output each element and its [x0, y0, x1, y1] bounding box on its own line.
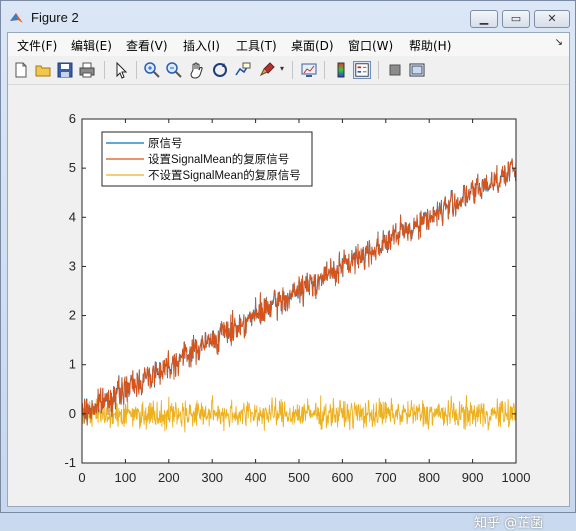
watermark: 知乎 @芷菡: [474, 516, 544, 531]
x-tick-label: 0: [78, 470, 85, 485]
x-tick-label: 300: [201, 470, 223, 485]
menu-insert[interactable]: 插入(I): [183, 37, 220, 54]
x-tick-label: 400: [245, 470, 267, 485]
toolbar-separator: [104, 61, 105, 79]
close-button[interactable]: ✕: [534, 10, 570, 28]
toolbar-separator: [136, 61, 137, 79]
y-tick-label: 5: [69, 160, 76, 175]
y-tick-label: 1: [69, 357, 76, 372]
x-tick-label: 1000: [502, 470, 531, 485]
rotate-3d-icon[interactable]: [211, 61, 229, 79]
figure-window: Figure 2 ▁ ▭ ✕ 文件(F) 编辑(E) 查看(V) 插入(I) 工…: [0, 0, 576, 531]
figure-client-area: 文件(F) 编辑(E) 查看(V) 插入(I) 工具(T) 桌面(D) 窗口(W…: [7, 32, 570, 531]
zoom-in-icon[interactable]: [143, 61, 161, 79]
y-tick-label: 2: [69, 308, 76, 323]
hide-plot-tools-icon[interactable]: [386, 61, 404, 79]
data-cursor-icon[interactable]: [234, 61, 252, 79]
x-tick-label: 500: [288, 470, 310, 485]
x-tick-label: 100: [115, 470, 137, 485]
line-plot[interactable]: 0 100 200 300 400 500 600 700 800 900 1000-1012345…: [8, 85, 569, 506]
toolbar-separator: [292, 61, 293, 79]
window-title: Figure 2: [31, 10, 79, 25]
legend-entry: 原信号: [148, 137, 183, 150]
menu-help[interactable]: 帮助(H): [409, 37, 451, 54]
minimize-icon: ▁: [479, 12, 489, 25]
toolbar-separator: [378, 61, 379, 79]
menu-tools[interactable]: 工具(T): [236, 37, 277, 54]
legend-icon[interactable]: [353, 61, 371, 79]
x-tick-label: 800: [418, 470, 440, 485]
menu-edit[interactable]: 编辑(E): [71, 37, 112, 54]
menu-view[interactable]: 查看(V): [126, 37, 168, 54]
maximize-icon: ▭: [510, 12, 522, 25]
legend-entry: 设置SignalMean的复原信号: [148, 152, 289, 166]
title-bar[interactable]: Figure 2 ▁ ▭ ✕: [1, 1, 575, 33]
maximize-button[interactable]: ▭: [502, 10, 530, 28]
save-icon[interactable]: [56, 61, 74, 79]
toolbar-separator: [324, 61, 325, 79]
menu-bar: 文件(F) 编辑(E) 查看(V) 插入(I) 工具(T) 桌面(D) 窗口(W…: [8, 33, 569, 57]
new-figure-icon[interactable]: [12, 61, 30, 79]
link-plot-icon[interactable]: [300, 61, 318, 79]
minimize-button[interactable]: ▁: [470, 10, 498, 28]
x-tick-label: 700: [375, 470, 397, 485]
zoom-out-icon[interactable]: [165, 61, 183, 79]
pan-hand-icon[interactable]: [188, 61, 206, 79]
menu-overflow-icon[interactable]: ↘: [555, 37, 563, 48]
menu-desktop[interactable]: 桌面(D): [291, 37, 334, 54]
y-tick-label: 0: [69, 406, 76, 421]
matlab-logo-icon: [10, 13, 23, 23]
print-icon[interactable]: [78, 61, 96, 79]
y-tick-label: 6: [69, 111, 76, 126]
y-tick-label: 4: [69, 209, 76, 224]
y-tick-label: -1: [64, 455, 76, 470]
toolbar: ▾: [8, 56, 569, 85]
menu-window[interactable]: 窗口(W): [348, 37, 393, 54]
open-file-icon[interactable]: [34, 61, 52, 79]
x-tick-label: 200: [158, 470, 180, 485]
pointer-icon[interactable]: [112, 61, 130, 79]
colorbar-icon[interactable]: [332, 61, 350, 79]
show-plot-tools-icon[interactable]: [408, 61, 426, 79]
legend-entry: 不设置SignalMean的复原信号: [148, 168, 301, 182]
brush-icon[interactable]: [258, 61, 276, 79]
y-tick-label: 3: [69, 258, 76, 273]
x-tick-label: 600: [332, 470, 354, 485]
x-tick-label: 900: [462, 470, 484, 485]
figure-canvas[interactable]: 0 100 200 300 400 500 600 700 800 900 1000 -1 0 1 2 3 4 5…: [8, 85, 569, 531]
menu-file[interactable]: 文件(F): [17, 37, 57, 54]
brush-dropdown-icon[interactable]: ▾: [280, 64, 284, 73]
close-icon: ✕: [547, 12, 557, 25]
